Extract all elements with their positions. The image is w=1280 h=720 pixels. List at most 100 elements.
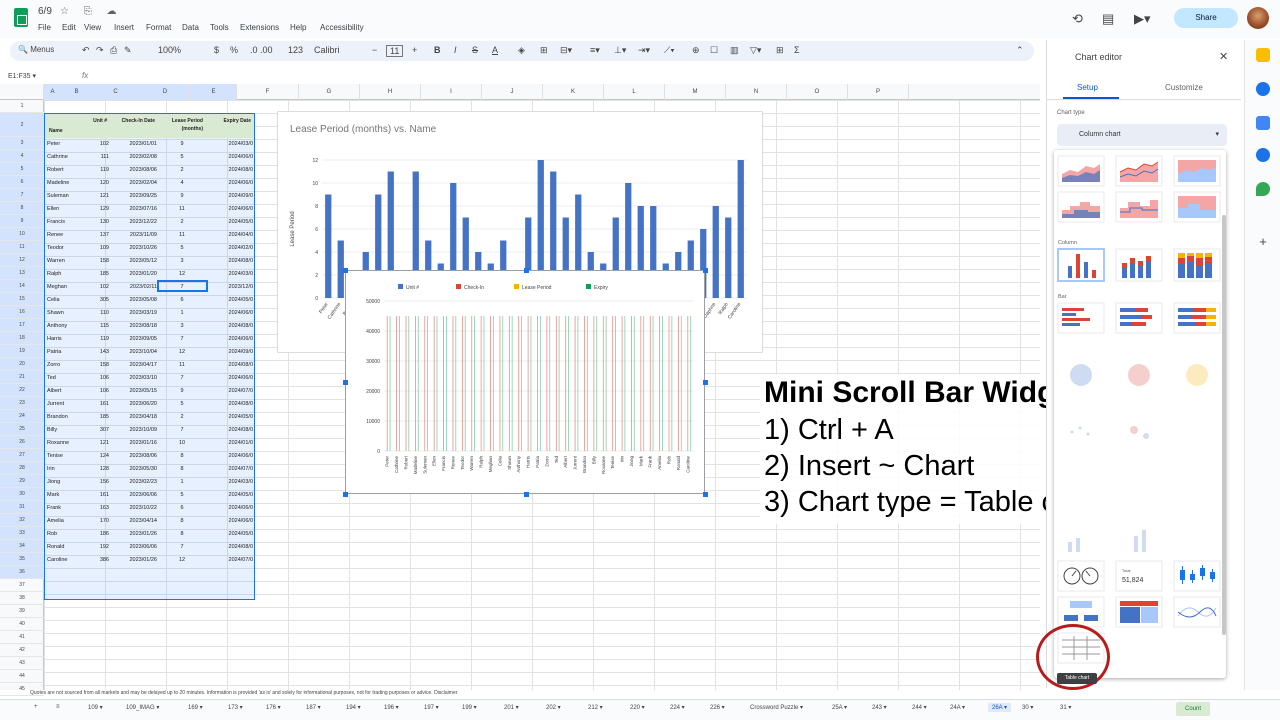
table-cell[interactable]: 9 xyxy=(159,385,205,398)
table-cell[interactable]: 161 xyxy=(85,398,109,411)
tasks-icon[interactable] xyxy=(1256,116,1270,130)
menu-extensions[interactable]: Extensions xyxy=(240,23,279,32)
gauge-chart-option[interactable] xyxy=(1057,560,1105,592)
table-cell[interactable]: 12 xyxy=(159,346,205,359)
chart2-bar[interactable] xyxy=(471,316,473,451)
row-header[interactable]: 11 xyxy=(0,241,44,254)
table-cell[interactable]: 5 xyxy=(159,151,205,164)
row-header[interactable]: 3 xyxy=(0,137,44,150)
table-cell[interactable]: 2023/06/06 xyxy=(111,489,157,502)
resize-handle[interactable] xyxy=(524,268,529,273)
row-header[interactable]: 38 xyxy=(0,592,44,605)
table-cell[interactable]: 2023/12/0 xyxy=(207,281,253,294)
table-cell[interactable]: 2023/10/09 xyxy=(111,424,157,437)
table-cell[interactable]: 2023/01/20 xyxy=(111,268,157,281)
table-cell[interactable]: Brandon xyxy=(47,411,83,424)
chart2-bar[interactable] xyxy=(621,316,623,451)
chart1-bar[interactable] xyxy=(325,194,332,299)
row-header[interactable]: 16 xyxy=(0,306,44,319)
italic-icon[interactable]: I xyxy=(454,45,457,55)
table-cell[interactable]: 2023/06/06 xyxy=(111,541,157,554)
percent-bar-option[interactable] xyxy=(1173,302,1221,334)
dropdown-scrollbar[interactable] xyxy=(1222,215,1226,635)
table-cell[interactable]: 2023/04/17 xyxy=(111,359,157,372)
decimal-icon[interactable]: .0 .00 xyxy=(250,45,273,55)
row-header[interactable]: 22 xyxy=(0,384,44,397)
meet-icon[interactable]: ▶▾ xyxy=(1134,11,1151,27)
table-cell[interactable]: Ellen xyxy=(47,203,83,216)
column-header[interactable]: G xyxy=(299,84,360,100)
table-cell[interactable]: 3 xyxy=(159,320,205,333)
chart2-bar[interactable] xyxy=(405,316,407,451)
count-badge[interactable]: Count xyxy=(1176,702,1210,716)
chart2-bar[interactable] xyxy=(474,316,475,451)
chart2-bar[interactable] xyxy=(602,316,604,451)
row-header[interactable]: 6 xyxy=(0,176,44,189)
chart2-bar[interactable] xyxy=(518,316,520,451)
chart2-bar[interactable] xyxy=(386,316,388,451)
table-cell[interactable]: 2023/08/06 xyxy=(111,164,157,177)
chart2-bar[interactable] xyxy=(424,316,426,451)
area-chart-option[interactable] xyxy=(1057,155,1105,187)
chart2-bar[interactable] xyxy=(558,316,560,451)
sheet-tab[interactable]: 197 ▾ xyxy=(424,704,439,711)
sheet-tab[interactable]: 196 ▾ xyxy=(384,704,399,711)
strikethrough-icon[interactable]: S xyxy=(472,45,478,55)
waterfall-chart-options[interactable] xyxy=(1068,530,1146,552)
table-cell[interactable]: 4 xyxy=(159,177,205,190)
sheet-tab[interactable]: 212 ▾ xyxy=(588,704,603,711)
close-icon[interactable]: ✕ xyxy=(1219,50,1228,63)
table-cell[interactable]: 2023/02/23 xyxy=(111,476,157,489)
resize-handle[interactable] xyxy=(343,380,348,385)
row-header[interactable]: 23 xyxy=(0,397,44,410)
chart2-bar[interactable] xyxy=(527,316,529,451)
table-cell[interactable]: 121 xyxy=(85,190,109,203)
sheet-tab[interactable]: 224 ▾ xyxy=(670,704,685,711)
table-cell[interactable]: 2024/06/0 xyxy=(207,372,253,385)
candlestick-chart-option[interactable] xyxy=(1173,560,1221,592)
table-cell[interactable]: 137 xyxy=(85,229,109,242)
table-cell[interactable]: 6 xyxy=(159,502,205,515)
table-cell[interactable]: Zorro xyxy=(47,359,83,372)
table-cell[interactable]: 10 xyxy=(159,437,205,450)
table-cell[interactable]: 2023/01/01 xyxy=(111,138,157,151)
table-cell[interactable]: 2023/02/08 xyxy=(111,151,157,164)
active-cell[interactable] xyxy=(157,280,208,292)
chart-icon[interactable]: ▥ xyxy=(730,45,739,56)
table-cell[interactable]: 2024/08/0 xyxy=(207,398,253,411)
menu-edit[interactable]: Edit xyxy=(62,23,76,32)
font-size-minus-icon[interactable]: − xyxy=(372,45,377,55)
column-header[interactable]: P xyxy=(848,84,909,100)
table-cell[interactable]: 2023/08/06 xyxy=(111,450,157,463)
table-cell[interactable]: 186 xyxy=(85,528,109,541)
row-header[interactable]: 42 xyxy=(0,644,44,657)
sheet-tab[interactable]: 169 ▾ xyxy=(188,704,203,711)
resize-handle[interactable] xyxy=(703,380,708,385)
table-cell[interactable]: 2023/05/15 xyxy=(111,385,157,398)
table-cell[interactable]: Ted xyxy=(47,372,83,385)
table-cell[interactable]: 2023/03/19 xyxy=(111,307,157,320)
sheet-tab[interactable]: 109 ▾ xyxy=(88,704,103,711)
table-cell[interactable]: Tenise xyxy=(47,450,83,463)
table-cell[interactable]: Teodor xyxy=(47,242,83,255)
chart2-bar[interactable] xyxy=(690,316,692,451)
chart2-bar[interactable] xyxy=(643,316,645,451)
table-cell[interactable]: 7 xyxy=(159,333,205,346)
table-cell[interactable]: 307 xyxy=(85,424,109,437)
font-size-input[interactable]: 11 xyxy=(386,45,404,57)
redo-icon[interactable]: ↷ xyxy=(96,45,104,56)
row-header[interactable]: 13 xyxy=(0,267,44,280)
table-cell[interactable]: 11 xyxy=(159,203,205,216)
sheet-tab[interactable]: 109_IMAG ▾ xyxy=(126,704,159,711)
chart2-bar[interactable] xyxy=(436,316,438,451)
table-cell[interactable]: 7 xyxy=(159,372,205,385)
contacts-icon[interactable] xyxy=(1256,148,1270,162)
scatter-chart-options[interactable] xyxy=(1070,426,1150,439)
table-cell[interactable]: 120 xyxy=(85,177,109,190)
row-header[interactable]: 5 xyxy=(0,163,44,176)
table-cell[interactable]: Madeline xyxy=(47,177,83,190)
header-cell[interactable]: Expiry Date xyxy=(207,114,253,138)
chart2-bar[interactable] xyxy=(574,316,576,451)
menu-insert[interactable]: Insert xyxy=(114,23,134,32)
stacked-column-option[interactable] xyxy=(1115,248,1163,282)
